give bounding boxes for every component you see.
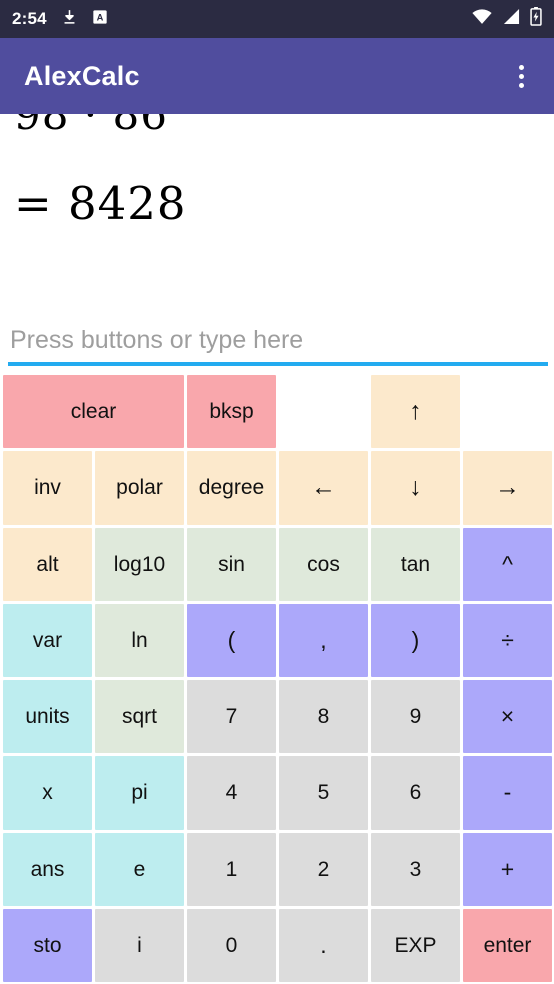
key-ans[interactable]: ans — [3, 832, 92, 906]
key-5[interactable]: 5 — [279, 756, 368, 830]
key-cos[interactable]: cos — [279, 527, 368, 601]
key-divide[interactable]: ÷ — [463, 603, 552, 677]
expression-input[interactable] — [8, 324, 548, 362]
key-arrow-down[interactable]: ↓ — [371, 451, 460, 525]
key-3[interactable]: 3 — [371, 832, 460, 906]
key-paren-open[interactable]: ( — [187, 603, 276, 677]
key-power[interactable]: ^ — [463, 527, 552, 601]
key-minus[interactable]: - — [463, 756, 552, 830]
key-log10[interactable]: log10 — [95, 527, 184, 601]
status-bar-left: 2:54 A — [12, 8, 108, 30]
key-4[interactable]: 4 — [187, 756, 276, 830]
app-notification-a-icon: A — [92, 9, 108, 30]
result-line: = 8428 — [14, 177, 187, 230]
status-bar-right — [471, 7, 542, 31]
key-inv[interactable]: inv — [3, 451, 92, 525]
key-x[interactable]: x — [3, 756, 92, 830]
key-enter[interactable]: enter — [463, 908, 552, 982]
download-icon — [61, 8, 78, 30]
app-screen: 2:54 A AlexCalc 98 · 86 = 8428 Press but… — [0, 0, 554, 984]
key-comma[interactable]: , — [279, 603, 368, 677]
math-scroll: 98 · 86 = 8428 — [14, 114, 540, 236]
key-tan[interactable]: tan — [371, 527, 460, 601]
key-arrow-left[interactable]: ← — [279, 451, 368, 525]
key-e[interactable]: e — [95, 832, 184, 906]
key-6[interactable]: 6 — [371, 756, 460, 830]
cell-signal-icon — [502, 8, 521, 30]
key-paren-close[interactable]: ) — [371, 603, 460, 677]
key-8[interactable]: 8 — [279, 680, 368, 754]
key-exp[interactable]: EXP — [371, 908, 460, 982]
app-title: AlexCalc — [24, 60, 140, 91]
keypad: clear bksp ↑ inv polar degree ← ↓ → alt log10 sin co… — [0, 372, 554, 984]
key-decimal[interactable]: . — [279, 908, 368, 982]
key-arrow-right[interactable]: → — [463, 451, 552, 525]
key-arrow-up[interactable]: ↑ — [371, 375, 460, 449]
key-sin[interactable]: sin — [187, 527, 276, 601]
key-0[interactable]: 0 — [187, 908, 276, 982]
key-9[interactable]: 9 — [371, 680, 460, 754]
battery-charging-icon — [530, 7, 542, 31]
app-bar: AlexCalc — [0, 38, 554, 114]
input-underline — [8, 362, 548, 366]
overflow-menu-icon[interactable] — [511, 59, 532, 94]
key-pi[interactable]: pi — [95, 756, 184, 830]
key-7[interactable]: 7 — [187, 680, 276, 754]
key-blank-1 — [279, 375, 368, 448]
input-container — [8, 324, 548, 366]
key-i[interactable]: i — [95, 908, 184, 982]
key-sqrt[interactable]: sqrt — [95, 680, 184, 754]
key-polar[interactable]: polar — [95, 451, 184, 525]
status-bar: 2:54 A — [0, 0, 554, 38]
svg-text:A: A — [96, 12, 103, 22]
key-alt[interactable]: alt — [3, 527, 92, 601]
key-1[interactable]: 1 — [187, 832, 276, 906]
key-bksp[interactable]: bksp — [187, 375, 276, 449]
key-var[interactable]: var — [3, 603, 92, 677]
wifi-icon — [471, 8, 493, 30]
key-multiply[interactable]: × — [463, 680, 552, 754]
key-plus[interactable]: + — [463, 832, 552, 906]
key-blank-2 — [463, 375, 552, 448]
status-time: 2:54 — [12, 9, 47, 28]
key-2[interactable]: 2 — [279, 832, 368, 906]
display-area[interactable]: 98 · 86 = 8428 — [0, 114, 554, 372]
key-clear[interactable]: clear — [3, 375, 184, 449]
key-sto[interactable]: sto — [3, 908, 92, 982]
expression-line: 98 · 86 — [14, 114, 168, 139]
key-degree[interactable]: degree — [187, 451, 276, 525]
key-ln[interactable]: ln — [95, 603, 184, 677]
key-units[interactable]: units — [3, 680, 92, 754]
